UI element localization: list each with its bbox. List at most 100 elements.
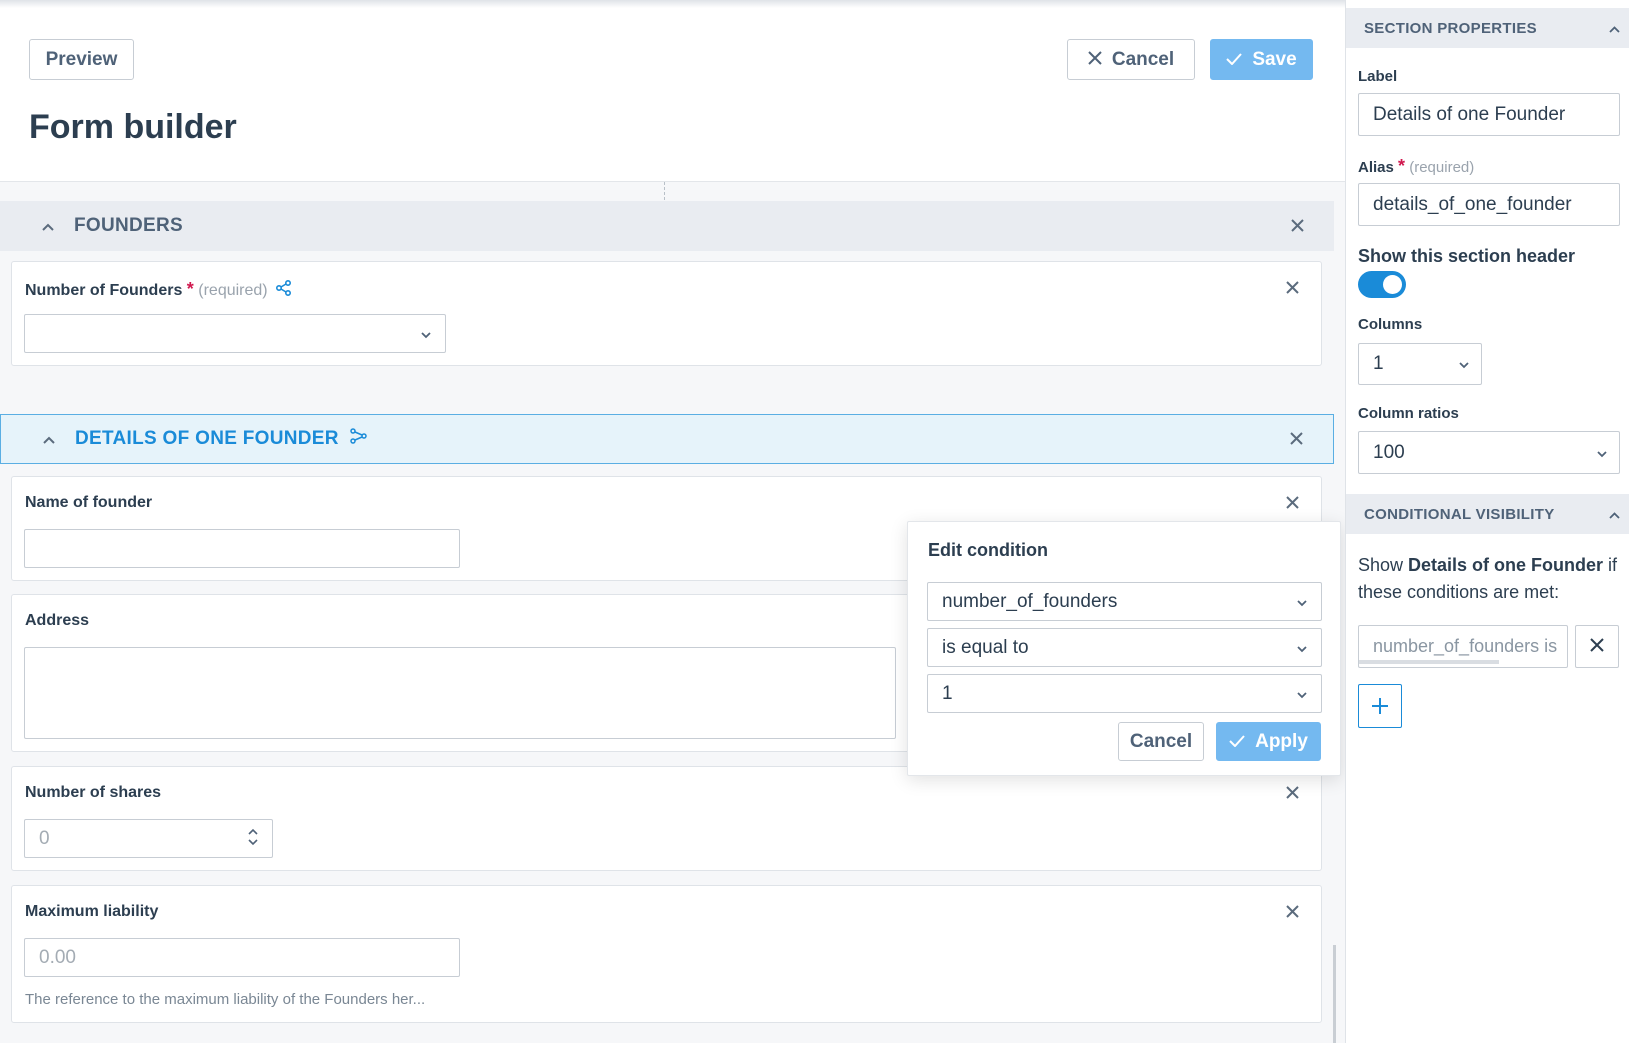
select-value: 1	[942, 682, 953, 704]
cancel-button-label: Cancel	[1111, 48, 1175, 70]
required-text: (required)	[198, 282, 268, 299]
apply-button-label: Apply	[1255, 730, 1308, 752]
condition-branch-icon	[350, 428, 368, 450]
form-builder-canvas: Preview Cancel Save Form builder FOUNDER…	[0, 0, 1345, 1043]
stepper-icon[interactable]	[248, 828, 258, 849]
properties-panel: SECTION PROPERTIES Label Details of one …	[1345, 0, 1629, 1043]
condition-cancel-button[interactable]: Cancel	[1118, 722, 1204, 761]
drop-guide	[664, 182, 665, 200]
alias-label-text: Alias	[1358, 159, 1394, 176]
panel-header-title: SECTION PROPERTIES	[1364, 19, 1537, 37]
popover-title: Edit condition	[928, 540, 1048, 560]
share-icon[interactable]	[276, 280, 292, 301]
condition-operator-select[interactable]: is equal to	[927, 628, 1322, 667]
section-header-details-of-one-founder[interactable]: DETAILS OF ONE FOUNDER	[0, 414, 1334, 464]
page-header: Preview Cancel Save Form builder	[0, 8, 1345, 182]
input-value: details_of_one_founder	[1373, 193, 1572, 215]
select-value: 1	[1373, 353, 1384, 374]
remove-condition-button[interactable]	[1575, 625, 1619, 668]
close-icon[interactable]	[1291, 216, 1304, 237]
save-button[interactable]: Save	[1210, 39, 1313, 80]
panel-header-title: CONDITIONAL VISIBILITY	[1364, 505, 1555, 523]
cancel-button-label: Cancel	[1129, 730, 1193, 752]
field-label: Address	[25, 612, 90, 629]
select-value: number_of_founders	[942, 590, 1118, 612]
field-label: Name of founder	[25, 494, 153, 511]
preview-button-label: Preview	[45, 48, 118, 70]
section-properties-header[interactable]: SECTION PROPERTIES	[1346, 8, 1629, 48]
label-field-label: Label	[1358, 68, 1398, 85]
alias-field-label: Alias * (required)	[1358, 156, 1474, 177]
condition-chip-text: number_of_founders is	[1373, 636, 1558, 656]
close-icon[interactable]	[1286, 493, 1299, 514]
column-ratios-select[interactable]: 100	[1358, 431, 1620, 474]
show-header-label: Show this section header	[1358, 246, 1576, 266]
chevron-up-icon[interactable]	[43, 431, 55, 447]
alias-input[interactable]: details_of_one_founder	[1358, 183, 1620, 226]
number-of-founders-select[interactable]	[24, 314, 446, 353]
section-header-founders[interactable]: FOUNDERS	[0, 201, 1334, 251]
chevron-down-icon	[1297, 594, 1307, 610]
field-label: Maximum liability	[25, 903, 159, 920]
field-card-number-of-shares[interactable]: Number of shares 0	[11, 766, 1322, 871]
preview-button[interactable]: Preview	[29, 39, 134, 80]
close-icon[interactable]	[1286, 902, 1299, 923]
chevron-up-icon[interactable]	[42, 218, 54, 234]
condition-apply-button[interactable]: Apply	[1216, 722, 1321, 761]
close-icon[interactable]	[1286, 278, 1299, 299]
required-star: *	[186, 279, 194, 299]
edit-condition-popover: Edit condition number_of_founders is equ…	[907, 521, 1341, 776]
cv-prefix: Show	[1358, 555, 1409, 575]
close-icon	[1590, 635, 1604, 658]
save-button-label: Save	[1252, 48, 1297, 70]
cv-section-name: Details of one Founder	[1408, 555, 1604, 575]
select-value: 100	[1373, 441, 1405, 463]
section-title-text: DETAILS OF ONE FOUNDER	[75, 428, 339, 449]
conditional-visibility-header[interactable]: CONDITIONAL VISIBILITY	[1346, 494, 1629, 534]
input-value: Details of one Founder	[1373, 103, 1566, 125]
columns-select[interactable]: 1	[1358, 343, 1482, 385]
plus-icon	[1371, 691, 1389, 722]
conditional-visibility-description: Show Details of one Founder if these con…	[1358, 552, 1628, 606]
chevron-down-icon	[1597, 445, 1607, 461]
field-label-text: Number of Founders	[25, 282, 183, 299]
chevron-up-icon[interactable]	[1609, 507, 1620, 522]
field-card-maximum-liability[interactable]: Maximum liability 0.00 The reference to …	[11, 885, 1322, 1023]
input-placeholder: 0.00	[39, 946, 76, 968]
field-label: Number of shares	[25, 784, 162, 801]
select-value: is equal to	[942, 636, 1029, 658]
cancel-button[interactable]: Cancel	[1067, 39, 1195, 80]
address-textarea[interactable]	[24, 647, 896, 739]
condition-value-select[interactable]: 1	[927, 674, 1322, 713]
close-icon	[1088, 49, 1102, 71]
close-icon[interactable]	[1286, 783, 1299, 804]
column-ratios-label: Column ratios	[1358, 405, 1459, 422]
page-title: Form builder	[29, 108, 237, 146]
required-text: (required)	[1409, 159, 1475, 176]
add-condition-button[interactable]	[1358, 684, 1402, 728]
field-card-number-of-founders[interactable]: Number of Founders * (required)	[11, 261, 1322, 366]
toggle-knob	[1383, 275, 1402, 294]
show-header-toggle[interactable]	[1358, 271, 1406, 298]
name-of-founder-input[interactable]	[24, 529, 460, 568]
input-placeholder: 0	[39, 827, 50, 849]
chevron-down-icon	[1459, 356, 1469, 372]
close-icon[interactable]	[1290, 429, 1303, 450]
scrollbar[interactable]	[1333, 945, 1336, 1043]
number-of-shares-input[interactable]: 0	[24, 819, 273, 858]
maximum-liability-input[interactable]: 0.00	[24, 938, 460, 977]
chevron-down-icon	[1297, 686, 1307, 702]
field-label: Number of Founders * (required)	[25, 279, 292, 301]
condition-field-select[interactable]: number_of_founders	[927, 582, 1322, 621]
columns-label: Columns	[1358, 316, 1423, 333]
chip-scrollbar	[1359, 660, 1499, 664]
top-shadow	[0, 0, 1345, 8]
check-icon	[1229, 731, 1245, 753]
section-title: FOUNDERS	[74, 215, 184, 236]
chevron-up-icon[interactable]	[1609, 21, 1620, 36]
label-input[interactable]: Details of one Founder	[1358, 93, 1620, 136]
condition-chip[interactable]: number_of_founders is	[1358, 625, 1568, 668]
section-title: DETAILS OF ONE FOUNDER	[75, 428, 368, 450]
check-icon	[1226, 49, 1243, 71]
required-star: *	[1398, 156, 1406, 176]
